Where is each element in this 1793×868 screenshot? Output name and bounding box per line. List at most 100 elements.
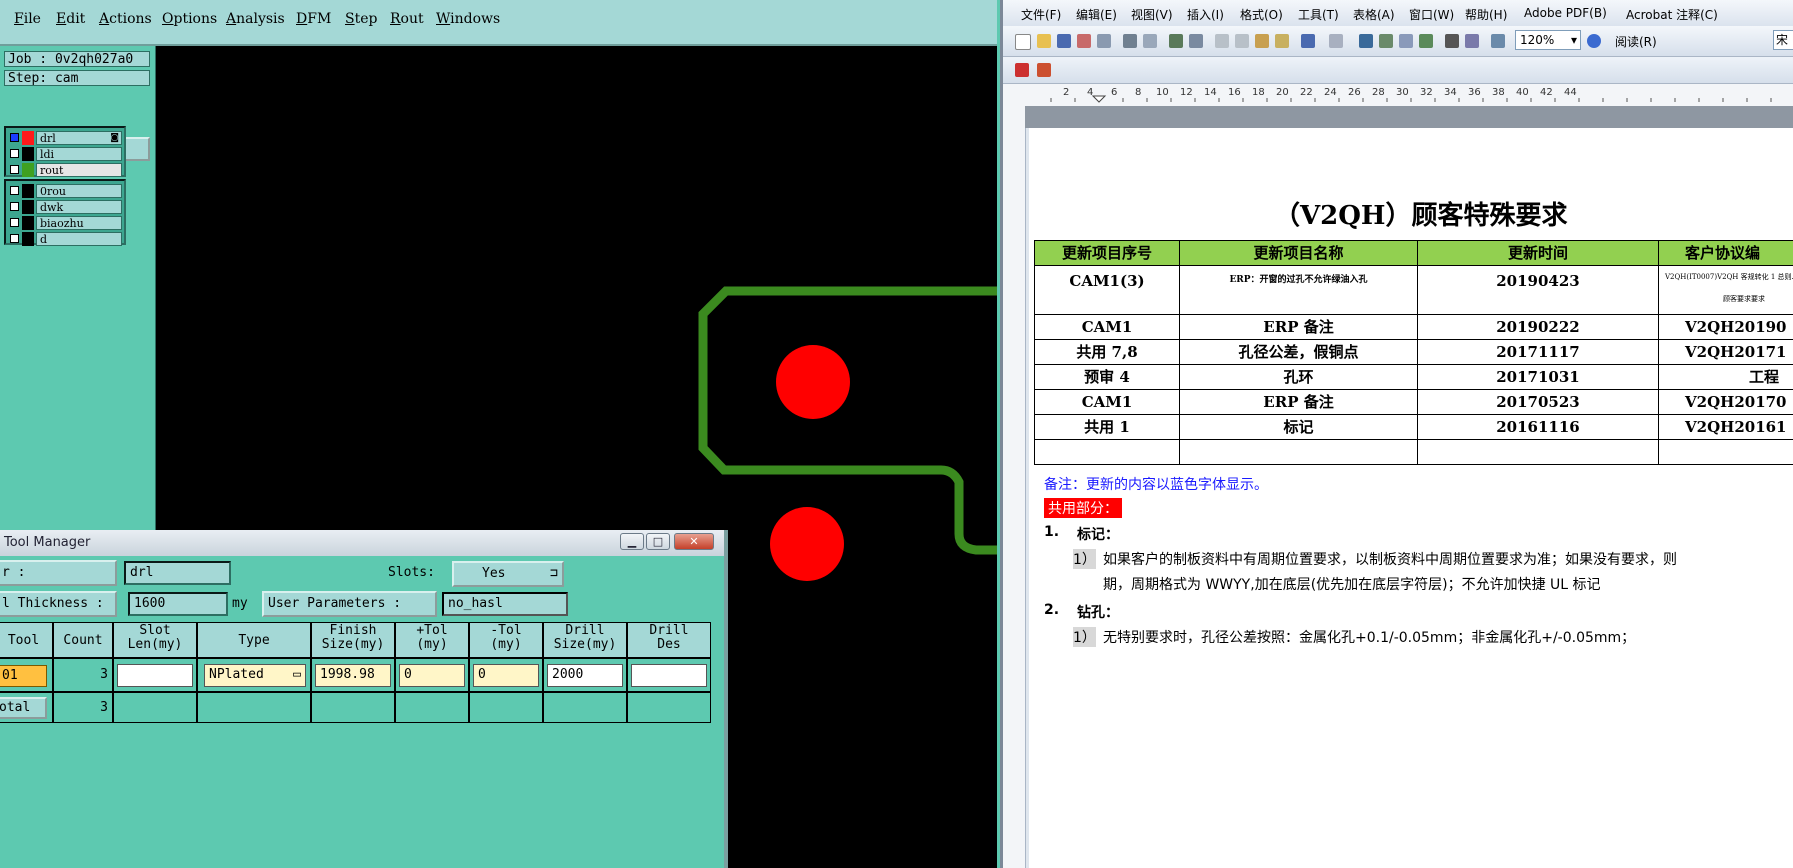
- word-pdf-toolbar: [1003, 57, 1793, 84]
- drill-size-input[interactable]: 2000: [547, 664, 623, 687]
- wmenu-adobe-pdf[interactable]: Adobe PDF(B): [1524, 6, 1607, 20]
- wmenu-file[interactable]: 文件(F): [1021, 6, 1061, 23]
- slots-dropdown[interactable]: Yes ⊐: [452, 561, 564, 587]
- layer-checkbox[interactable]: [10, 218, 19, 227]
- horizontal-ruler[interactable]: 2 4 6 8 10 12 14 16 18 20 22 24 26 28 30…: [1003, 84, 1793, 107]
- menu-rout[interactable]: Rout: [390, 11, 424, 27]
- layer-checkbox[interactable]: [10, 133, 19, 142]
- hyperlink-icon[interactable]: [1359, 34, 1373, 48]
- menu-windows[interactable]: Windows: [436, 11, 500, 27]
- columns-icon[interactable]: [1445, 34, 1459, 48]
- tool-number[interactable]: 01: [0, 665, 47, 687]
- dropdown-icon: ⊐: [550, 566, 558, 581]
- document-page[interactable]: （V2QH）顾客特殊要求 更新项目序号 更新项目名称 更新时间 客户协议编 CA…: [1029, 128, 1793, 868]
- drill-hole[interactable]: [776, 345, 850, 419]
- menu-options[interactable]: Options: [162, 11, 217, 27]
- pdf-email-icon[interactable]: [1037, 63, 1051, 77]
- menu-file[interactable]: File: [14, 11, 41, 27]
- drawing-icon[interactable]: [1465, 34, 1479, 48]
- menu-analysis[interactable]: Analysis: [226, 11, 285, 27]
- table-cell: V2QH20161: [1658, 414, 1793, 440]
- new-doc-icon[interactable]: [1015, 34, 1031, 50]
- layer-row-drl[interactable]: drl ◙: [8, 130, 122, 145]
- help-icon[interactable]: [1587, 34, 1601, 48]
- wmenu-tools[interactable]: 工具(T): [1298, 6, 1339, 23]
- tables-borders-icon[interactable]: [1379, 34, 1393, 48]
- email-icon[interactable]: [1097, 34, 1111, 48]
- wmenu-help[interactable]: 帮助(H): [1465, 6, 1507, 23]
- document-map-icon[interactable]: [1491, 34, 1505, 48]
- slot-len-input[interactable]: [117, 664, 193, 687]
- zoom-select[interactable]: 120% ▾: [1515, 30, 1581, 50]
- wmenu-insert[interactable]: 插入(I): [1187, 6, 1224, 23]
- layer-field[interactable]: drl: [124, 561, 231, 585]
- paste-icon[interactable]: [1255, 34, 1269, 48]
- wmenu-format[interactable]: 格式(O): [1240, 6, 1283, 23]
- layer-row-d[interactable]: d: [8, 231, 122, 246]
- table-cell: V2QH20190: [1658, 314, 1793, 340]
- spelling-icon[interactable]: [1169, 34, 1183, 48]
- finish-size-input[interactable]: 1998.98: [315, 664, 391, 687]
- col-header-drill-des: Drill Des: [627, 622, 711, 658]
- user-params-field[interactable]: no_hasl: [442, 592, 568, 616]
- user-params-label: User Parameters :: [262, 591, 437, 617]
- format-painter-icon[interactable]: [1275, 34, 1289, 48]
- save-icon[interactable]: [1057, 34, 1071, 48]
- ruler-label: 2: [1063, 87, 1070, 98]
- print-preview-icon[interactable]: [1143, 34, 1157, 48]
- open-icon[interactable]: [1037, 34, 1051, 48]
- indent-marker-icon[interactable]: [1091, 95, 1107, 103]
- cut-icon[interactable]: [1215, 34, 1229, 48]
- wmenu-window[interactable]: 窗口(W): [1409, 6, 1454, 23]
- close-icon[interactable]: ✕: [674, 533, 714, 550]
- ruler-label: 24: [1324, 87, 1337, 98]
- ruler-label: 30: [1396, 87, 1409, 98]
- research-icon[interactable]: [1189, 34, 1203, 48]
- layer-checkbox[interactable]: [10, 234, 19, 243]
- menu-step[interactable]: Step: [345, 11, 377, 27]
- insert-excel-icon[interactable]: [1419, 34, 1433, 48]
- wmenu-table[interactable]: 表格(A): [1353, 6, 1395, 23]
- drill-des-input[interactable]: [631, 664, 707, 687]
- convert-to-pdf-icon[interactable]: [1015, 63, 1029, 77]
- copy-icon[interactable]: [1235, 34, 1249, 48]
- ruler-label: 10: [1156, 87, 1169, 98]
- plus-tol-input[interactable]: 0: [399, 664, 465, 687]
- tool-manager-titlebar[interactable]: Tool Manager ▁ □ ✕: [0, 530, 724, 556]
- layer-checkbox[interactable]: [10, 165, 19, 174]
- redo-icon[interactable]: [1329, 34, 1343, 48]
- drill-hole[interactable]: [770, 507, 844, 581]
- layer-row-biaozhu[interactable]: biaozhu: [8, 215, 122, 230]
- menu-actions[interactable]: Actions: [99, 11, 152, 27]
- total-button[interactable]: otal: [0, 697, 47, 719]
- menu-dfm[interactable]: DFM: [296, 11, 331, 27]
- layer-row-rout[interactable]: rout: [8, 162, 122, 177]
- wmenu-view[interactable]: 视图(V): [1131, 6, 1173, 23]
- layer-name: ldi: [36, 146, 122, 161]
- print-icon[interactable]: [1123, 34, 1137, 48]
- layer-checkbox[interactable]: [10, 186, 19, 195]
- insert-table-icon[interactable]: [1399, 34, 1413, 48]
- cam-window: File Edit Actions Options Analysis DFM S…: [0, 0, 1000, 868]
- permission-icon[interactable]: [1077, 34, 1091, 48]
- type-dropdown[interactable]: NPlated ▭: [204, 664, 306, 687]
- minus-tol-input[interactable]: 0: [473, 664, 539, 687]
- layer-row-0rou[interactable]: 0rou: [8, 183, 122, 198]
- layer-row-dwk[interactable]: dwk: [8, 199, 122, 214]
- layer-row-ldi[interactable]: ldi: [8, 146, 122, 161]
- maximize-icon[interactable]: □: [646, 533, 670, 550]
- undo-icon[interactable]: [1301, 34, 1315, 48]
- layer-checkbox[interactable]: [10, 202, 19, 211]
- table-cell: [1417, 439, 1659, 465]
- layer-checkbox[interactable]: [10, 149, 19, 158]
- wmenu-acrobat[interactable]: Acrobat 注释(C): [1626, 6, 1718, 23]
- reading-mode-button[interactable]: 阅读(R): [1615, 33, 1657, 50]
- thickness-field[interactable]: 1600: [128, 592, 228, 616]
- col-header-tool: Tool: [0, 622, 53, 658]
- table-cell: 20171031: [1417, 364, 1659, 390]
- wmenu-edit[interactable]: 编辑(E): [1076, 6, 1117, 23]
- minimize-icon[interactable]: ▁: [620, 533, 644, 550]
- menu-edit[interactable]: Edit: [56, 11, 85, 27]
- vertical-ruler[interactable]: [1003, 106, 1026, 868]
- font-select[interactable]: 宋: [1773, 30, 1793, 50]
